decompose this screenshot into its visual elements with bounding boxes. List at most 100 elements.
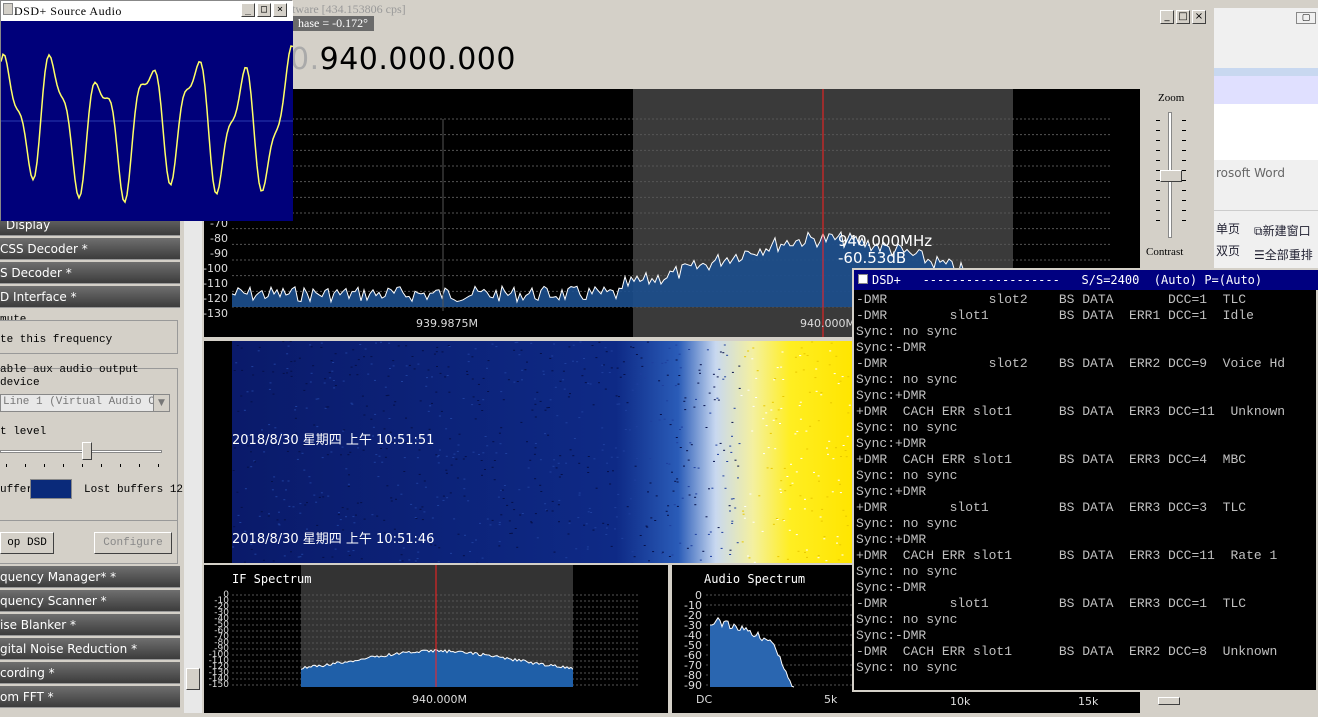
word-restore-button[interactable]: ▢: [1296, 12, 1316, 24]
waterfall-speck: [601, 427, 603, 428]
waterfall-speck: [765, 412, 767, 413]
sidebar-header-zoom-fft[interactable]: om FFT *: [0, 686, 180, 708]
sidebar-header-d-interface[interactable]: D Interface *: [0, 286, 180, 308]
waterfall-speck: [581, 411, 583, 412]
waterfall-speck: [559, 455, 561, 456]
sidebar-scrollbar[interactable]: [184, 220, 202, 713]
minimize-button[interactable]: _: [1160, 10, 1174, 24]
waterfall-speck: [806, 449, 808, 450]
waterfall-speck: [358, 359, 360, 360]
waterfall-speck: [605, 389, 607, 390]
waterfall-speck: [294, 361, 296, 362]
waterfall-speck: [580, 342, 582, 343]
waterfall-speck: [475, 418, 477, 419]
waterfall-speck: [432, 518, 434, 519]
minimize-button[interactable]: _: [241, 3, 255, 17]
waterfall-speck: [577, 517, 579, 518]
waterfall-speck: [388, 376, 390, 377]
aux-device-select[interactable]: Line 1 (Virtual Audio Cab ▼: [0, 394, 170, 412]
waterfall-speck: [540, 401, 542, 402]
waterfall-speck: [721, 548, 723, 549]
waterfall-speck: [463, 479, 465, 480]
aux-audio-checkbox[interactable]: able aux audio output: [0, 364, 139, 376]
waterfall-speck: [773, 379, 775, 380]
waterfall-speck: [612, 470, 614, 471]
waterfall-speck: [708, 488, 710, 489]
waterfall-speck: [524, 369, 526, 370]
sidebar-header-noise-blanker[interactable]: ise Blanker *: [0, 614, 180, 636]
contrast-slider-thumb[interactable]: [1158, 697, 1180, 705]
chevron-down-icon[interactable]: ▼: [153, 395, 169, 411]
sidebar-scroll-thumb[interactable]: [186, 668, 200, 690]
waterfall-speck: [479, 404, 481, 405]
sidebar-header-frequency-scanner[interactable]: quency Scanner *: [0, 590, 180, 612]
word-app-label: rosoft Word: [1216, 166, 1285, 180]
waterfall-speck: [768, 447, 770, 448]
output-level-label: t level: [0, 426, 46, 438]
waterfall-speck: [518, 354, 520, 355]
console-output: -DMR slot2 BS DATA DCC=1 TLC-DMR slot1 B…: [856, 292, 1318, 676]
waterfall-speck: [574, 438, 576, 439]
buffer-meter: [30, 479, 72, 499]
sidebar-header-css-decoder[interactable]: CSS Decoder *: [0, 238, 180, 260]
waterfall-speck: [481, 460, 483, 461]
new-window-button[interactable]: ⧉新建窗口: [1254, 222, 1311, 239]
if-spectrum-panel[interactable]: IF Spectrum 0-10-20-30-40-50-60-70-80-90…: [204, 565, 668, 713]
output-level-thumb[interactable]: [82, 442, 92, 460]
console-titlebar[interactable]: DSD+ ------------------- S/S=2400 (Auto)…: [854, 270, 1318, 290]
sidebar-header-digital-noise-reduction[interactable]: gital Noise Reduction *: [0, 638, 180, 660]
waterfall-speck: [356, 374, 358, 375]
source-audio-window[interactable]: DSD+ Source Audio _ □ ×: [0, 0, 292, 220]
sidebar-header-recording[interactable]: cording *: [0, 662, 180, 684]
sidebar-header-s-decoder[interactable]: S Decoder *: [0, 262, 180, 284]
waterfall-speck: [550, 399, 552, 400]
audio-x-tick-dc: DC: [696, 693, 712, 706]
waterfall-speck: [338, 514, 340, 515]
source-audio-titlebar[interactable]: DSD+ Source Audio _ □ ×: [1, 1, 293, 21]
maximize-button[interactable]: □: [1176, 10, 1190, 24]
configure-button[interactable]: Configure: [94, 532, 172, 554]
waterfall-speck: [834, 373, 836, 374]
waterfall-speck: [335, 549, 337, 550]
waterfall-speck: [374, 414, 376, 415]
sidebar-header-frequency-manager[interactable]: quency Manager* *: [0, 566, 180, 588]
waterfall-speck: [482, 452, 484, 453]
frequency-display[interactable]: 0.940.000.000: [290, 42, 516, 77]
double-page-button[interactable]: 双页: [1216, 242, 1240, 259]
waterfall-speck: [553, 466, 555, 467]
waterfall-speck: [826, 448, 828, 449]
waterfall-speck: [278, 512, 280, 513]
waterfall-speck: [386, 448, 388, 449]
waterfall-speck: [417, 552, 419, 553]
dsd-console-window[interactable]: DSD+ ------------------- S/S=2400 (Auto)…: [852, 268, 1318, 692]
output-level-track[interactable]: [0, 450, 162, 453]
waterfall-speck: [796, 471, 798, 472]
mute-frequency-checkbox[interactable]: te this frequency: [0, 334, 112, 346]
waterfall-speck: [773, 524, 775, 525]
stop-dsd-button[interactable]: op DSD: [0, 532, 54, 554]
waterfall-speck: [521, 379, 523, 380]
waterfall-speck: [762, 418, 764, 419]
waterfall-speck: [625, 429, 627, 430]
window-title-fragment: tware [434.153806 cps]: [292, 2, 406, 17]
waterfall-speck: [641, 358, 643, 359]
single-page-button[interactable]: 单页: [1216, 220, 1240, 237]
waterfall-speck: [845, 516, 847, 517]
zoom-slider-thumb[interactable]: [1160, 170, 1182, 182]
waterfall-speck: [528, 487, 530, 488]
waterfall-speck: [668, 464, 670, 465]
close-button[interactable]: ×: [1192, 10, 1206, 24]
waterfall-speck: [729, 554, 731, 555]
maximize-button[interactable]: □: [257, 3, 271, 17]
close-button[interactable]: ×: [273, 3, 287, 17]
waterfall-speck: [779, 489, 781, 490]
waterfall-speck: [252, 391, 254, 392]
waterfall-panel[interactable]: 2018/8/30 星期四 上午 10:51:51 2018/8/30 星期四 …: [204, 341, 852, 563]
waterfall-speck: [607, 524, 609, 525]
contrast-label: Contrast: [1146, 246, 1183, 258]
audio-spectrum-panel[interactable]: Audio Spectrum 0-10-20-30-40-50-60-70-80…: [672, 565, 852, 713]
waterfall-speck: [799, 355, 801, 356]
arrange-all-button[interactable]: ☰全部重排: [1254, 246, 1313, 263]
waterfall-speck: [349, 555, 351, 556]
waterfall-speck: [389, 368, 391, 369]
